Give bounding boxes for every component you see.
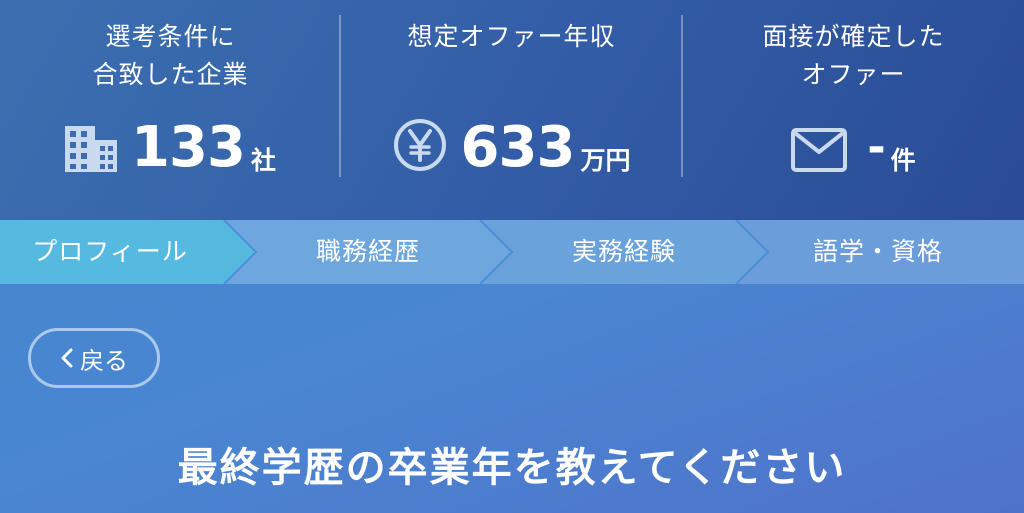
stat-label-line1: 面接が確定した	[762, 22, 945, 51]
stat-value-row: - 件	[683, 108, 1024, 180]
stat-matching-companies: 選考条件に 合致した企業 133 社	[0, 0, 341, 220]
stat-value: 633	[460, 115, 576, 180]
stat-value: 133	[131, 115, 246, 180]
step-career: 職務経歴	[315, 237, 420, 266]
back-button-label: 戻る	[80, 346, 128, 375]
step-profile: プロフィール	[32, 237, 188, 266]
stat-label-line1: 選考条件に	[105, 22, 236, 51]
stat-label-line1: 想定オファー年収	[407, 22, 616, 51]
stat-unit: 万円	[580, 146, 631, 175]
building-icon	[65, 126, 118, 172]
stat-value-row: 633 万円	[341, 108, 682, 180]
stat-unit: 社	[250, 146, 276, 175]
stat-value: -	[867, 122, 885, 173]
stats-panel: 選考条件に 合致した企業 133 社 想定オファー年収 633 万円 面接が確定…	[0, 0, 1024, 220]
step-language: 語学・資格	[812, 237, 943, 266]
stat-expected-salary: 想定オファー年収 633 万円	[341, 0, 682, 220]
stat-label: 面接が確定した オファー	[683, 18, 1024, 94]
stat-label: 想定オファー年収	[341, 18, 682, 56]
yen-icon	[393, 118, 447, 172]
stat-label-line2: オファー	[801, 60, 906, 89]
step-experience: 実務経験	[571, 237, 676, 266]
back-button[interactable]: 戻る	[28, 328, 160, 388]
progress-steps: プロフィール 職務経歴 実務経験 語学・資格	[0, 220, 1024, 284]
stat-label-line2: 合致した企業	[92, 60, 249, 89]
chevron-left-icon	[60, 347, 74, 369]
stat-unit: 件	[890, 146, 916, 175]
question-title: 最終学歴の卒業年を教えてください	[177, 445, 847, 491]
stat-value-row: 133 社	[0, 108, 341, 180]
stat-confirmed-offers: 面接が確定した オファー - 件	[683, 0, 1024, 220]
stat-label: 選考条件に 合致した企業	[0, 18, 341, 94]
mail-icon	[791, 128, 848, 172]
